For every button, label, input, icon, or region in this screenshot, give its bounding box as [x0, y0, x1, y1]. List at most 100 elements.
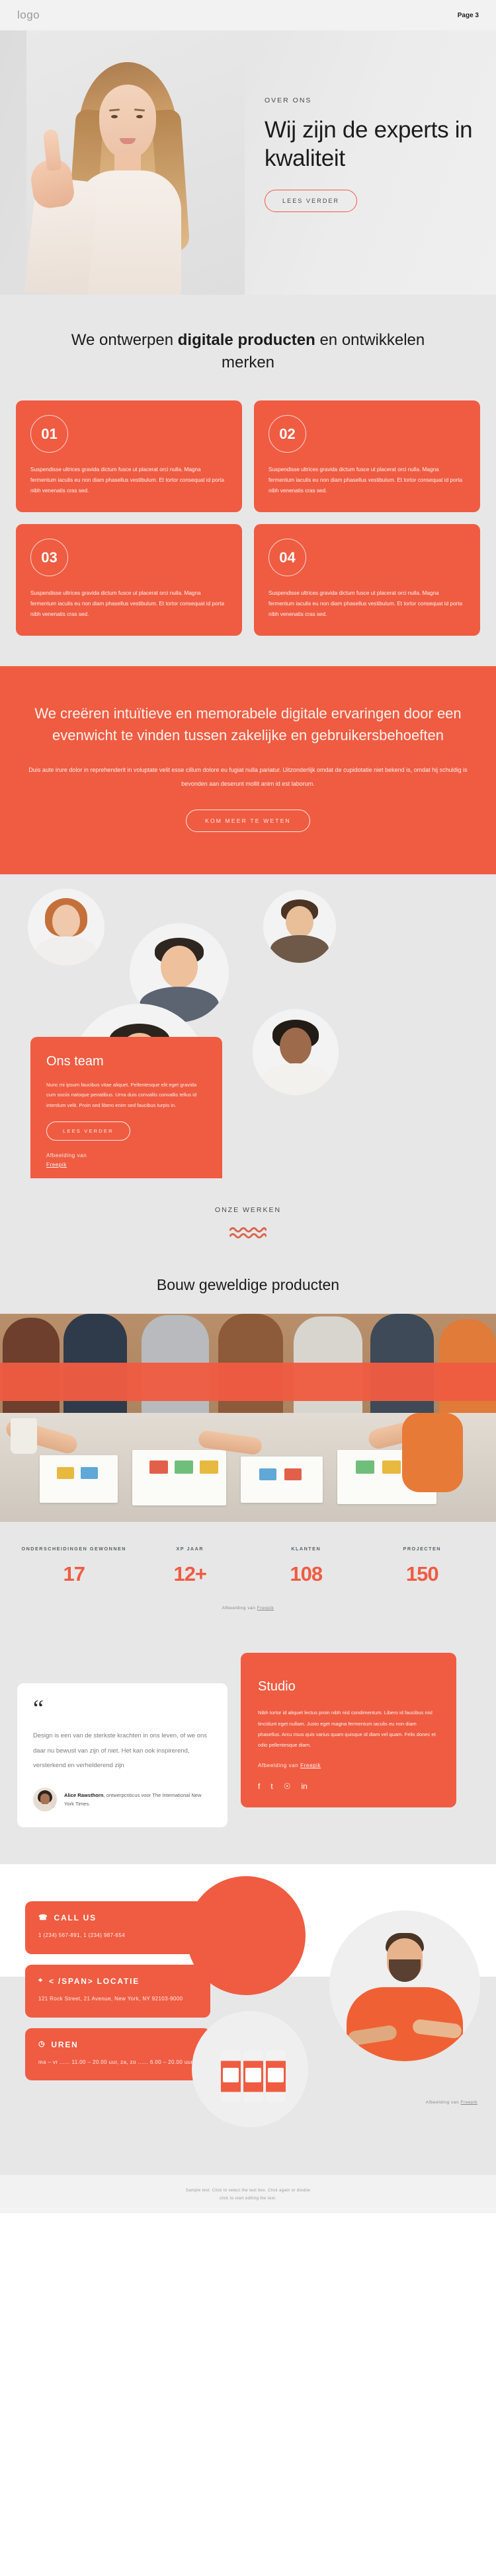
hero-eyebrow: OVER ONS [265, 96, 312, 104]
contact-card-text: ma – vr ...... 11.00 – 20.00 uur, za, zo… [38, 2059, 193, 2065]
service-card[interactable]: 04 Suspendisse ultrices gravida dictum f… [254, 524, 480, 636]
mission-heading: We creëren intuïtieve en memorabele digi… [34, 705, 462, 743]
twitter-icon[interactable]: t [270, 1782, 272, 1790]
stats-row: ONDERSCHEIDINGEN GEWONNEN 17 XP JAAR 12+… [0, 1521, 496, 1599]
works-photo-collaboration [0, 1313, 496, 1522]
studio-credit-link[interactable]: Freepik [300, 1762, 321, 1768]
team-credit-prefix: Afbeelding van [46, 1153, 87, 1159]
testimonial-text: Design is een van de sterkste krachten i… [33, 1732, 207, 1770]
clock-icon: ◷ [38, 2040, 46, 2049]
testimonial-author-text: Alice Rawsthorn, ontwerpcriticus voor Th… [64, 1791, 212, 1809]
testimonial-author: Alice Rawsthorn, ontwerpcriticus voor Th… [33, 1788, 212, 1812]
services-section: We ontwerpen digitale producten en ontwi… [0, 295, 496, 667]
contact-card-text: 121 Rock Street, 21 Avenue, New York, NY… [38, 1995, 183, 2002]
team-avatar-photo [263, 890, 336, 963]
services-heading-bold: digitale producten [177, 331, 315, 349]
contact-section: ☎ CALL US 1 (234) 567-891, 1 (234) 987-6… [0, 1864, 496, 2176]
works-header: ONZE WERKEN [0, 1178, 496, 1259]
service-card-number: 02 [269, 415, 306, 453]
linkedin-icon[interactable]: in [301, 1782, 307, 1790]
stat-item: KLANTEN 108 [248, 1544, 364, 1587]
location-pin-icon: ⌖ [38, 1977, 44, 1985]
service-card[interactable]: 02 Suspendisse ultrices gravida dictum f… [254, 400, 480, 513]
services-heading: We ontwerpen digitale producten en ontwi… [0, 329, 496, 374]
service-card-text: Suspendisse ultrices gravida dictum fusc… [30, 590, 225, 618]
service-card[interactable]: 01 Suspendisse ultrices gravida dictum f… [16, 400, 242, 513]
service-card-text: Suspendisse ultrices gravida dictum fusc… [269, 467, 463, 494]
phone-icon: ☎ [38, 1913, 49, 1922]
top-bar: logo Page 3 [0, 0, 496, 30]
logo[interactable]: logo [17, 9, 40, 22]
stat-item: XP JAAR 12+ [132, 1544, 249, 1587]
footer-line-2: click to start editing the text. [220, 2196, 276, 2201]
studio-card: Studio Nibh tortor id aliquet lectus pro… [241, 1653, 456, 1808]
contact-card-text: 1 (234) 567-891, 1 (234) 987-654 [38, 1932, 126, 1939]
works-credit-prefix: Afbeelding van [222, 1606, 256, 1611]
mission-learn-more-button[interactable]: KOM MEER TE WETEN [186, 809, 310, 832]
contact-photo-cans [192, 2011, 308, 2128]
service-card[interactable]: 03 Suspendisse ultrices gravida dictum f… [16, 524, 242, 636]
footer: Sample text. Click to select the text bo… [0, 2175, 496, 2213]
contact-card-title-text: CALL US [54, 1913, 97, 1923]
mission-paragraph: Duis aute irure dolor in reprehenderit i… [28, 767, 468, 787]
contact-card-location: ⌖ < /SPAN> LOCATIE 121 Rock Street, 21 A… [25, 1964, 210, 2018]
stat-item: ONDERSCHEIDINGEN GEWONNEN 17 [16, 1544, 132, 1587]
team-card-text: Nunc mi ipsum faucibus vitae aliquet. Pe… [46, 1081, 197, 1109]
team-credit-link[interactable]: Freepik [46, 1162, 67, 1168]
stat-value: 17 [63, 1562, 85, 1586]
wave-decoration-icon [229, 1227, 267, 1238]
works-credit-link[interactable]: Freepik [257, 1606, 274, 1610]
stat-label: ONDERSCHEIDINGEN GEWONNEN [21, 1545, 126, 1552]
contact-card-list: ☎ CALL US 1 (234) 567-891, 1 (234) 987-6… [25, 1901, 210, 2081]
service-card-text: Suspendisse ultrices gravida dictum fusc… [269, 590, 463, 618]
quote-studio-section: “ Design is een van de sterkste krachten… [0, 1633, 496, 1865]
contact-card-call-us: ☎ CALL US 1 (234) 567-891, 1 (234) 987-6… [25, 1901, 210, 1954]
contact-card-title: ◷ UREN [38, 2040, 197, 2049]
service-card-text: Suspendisse ultrices gravida dictum fusc… [30, 467, 225, 494]
testimonial-author-name: Alice Rawsthorn [64, 1792, 104, 1799]
works-eyebrow: ONZE WERKEN [214, 1205, 282, 1214]
team-read-more-button[interactable]: LEES VERDER [46, 1121, 130, 1141]
contact-image-credit: Afbeelding van Freepik [0, 2080, 496, 2105]
contact-card-title: ⌖ < /SPAN> LOCATIE [38, 1977, 197, 1986]
stat-label: PROJECTEN [403, 1545, 441, 1552]
stat-value: 108 [290, 1562, 323, 1586]
studio-image-credit: Afbeelding van Freepik [258, 1761, 439, 1770]
page-number-label: Page 3 [457, 11, 479, 19]
contact-card-title-text: UREN [51, 2039, 79, 2049]
stat-item: PROJECTEN 150 [364, 1544, 481, 1587]
contact-card-hours: ◷ UREN ma – vr ...... 11.00 – 20.00 uur,… [25, 2027, 210, 2081]
studio-title: Studio [258, 1679, 296, 1694]
contact-card-title-text: < /SPAN> LOCATIE [49, 1976, 140, 1986]
instagram-icon[interactable]: ☉ [284, 1782, 291, 1790]
contact-credit-prefix: Afbeelding van [425, 2100, 460, 2105]
studio-text: Nibh tortor id aliquet lectus proin nibh… [258, 1710, 436, 1749]
contact-credit-link[interactable]: Freepik [461, 2100, 478, 2105]
hero-read-more-button[interactable]: LEES VERDER [265, 190, 358, 213]
social-links: f t ☉ in [258, 1782, 439, 1790]
service-card-number: 04 [269, 539, 306, 577]
orange-accent-strip [0, 1362, 496, 1401]
contact-card-title: ☎ CALL US [38, 1913, 197, 1922]
stat-value: 150 [405, 1562, 439, 1586]
services-heading-part1: We ontwerpen [71, 331, 178, 349]
team-avatar-photo [253, 1008, 339, 1095]
team-image-credit: Afbeelding van Freepik [46, 1151, 206, 1169]
mission-band-section: We creëren intuïtieve en memorabele digi… [0, 666, 496, 874]
team-section: Ons team Nunc mi ipsum faucibus vitae al… [0, 874, 496, 1178]
hero-image-woman-pointing [24, 30, 245, 295]
contact-photo-man [329, 1911, 480, 2062]
quote-mark-icon: “ [33, 1695, 44, 1722]
footer-line-1: Sample text. Click to select the text bo… [185, 2188, 311, 2193]
hero-section: OVER ONS Wij zijn de experts in kwalitei… [0, 30, 496, 295]
testimonial-card: “ Design is een van de sterkste krachten… [17, 1683, 227, 1828]
service-card-grid: 01 Suspendisse ultrices gravida dictum f… [0, 374, 496, 636]
team-card-title: Ons team [46, 1053, 104, 1069]
works-image-credit: Afbeelding van Freepik [0, 1598, 496, 1634]
avatar [33, 1788, 57, 1812]
stat-label: XP JAAR [176, 1545, 204, 1552]
team-card: Ons team Nunc mi ipsum faucibus vitae al… [30, 1036, 222, 1178]
page-title: Wij zijn de experts in kwaliteit [265, 117, 473, 171]
stat-label: KLANTEN [291, 1545, 321, 1552]
facebook-icon[interactable]: f [258, 1782, 260, 1790]
